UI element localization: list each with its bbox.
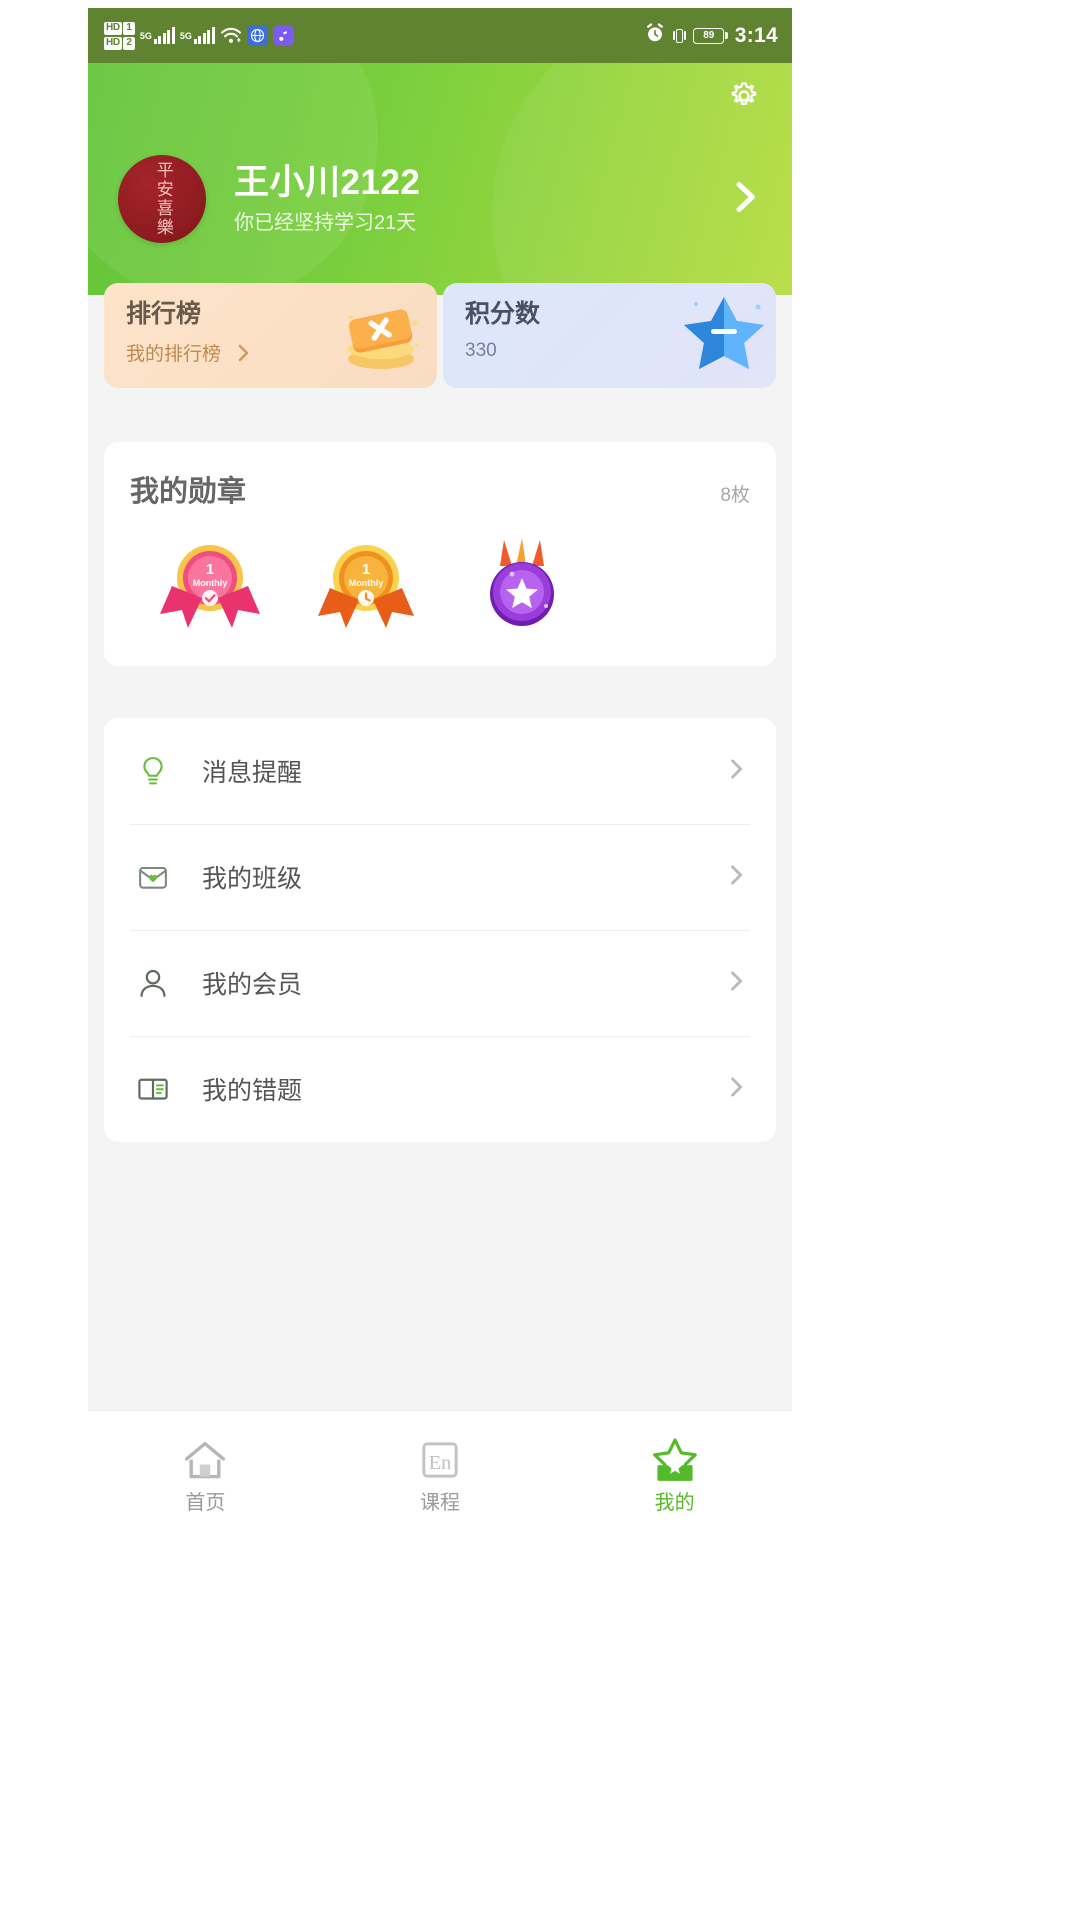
volte-sim-number-1: 1 [123, 21, 135, 35]
home-icon [179, 1436, 231, 1484]
star-badge-icon [674, 291, 774, 373]
medal-monthly-orange[interactable]: 1 Monthly [310, 536, 422, 636]
menu-item-messages[interactable]: 消息提醒 [130, 718, 750, 824]
volte-indicators: HD 1 HD 2 [104, 21, 135, 50]
music-note-icon [272, 25, 294, 46]
globe-browser-icon [246, 25, 268, 46]
menu-item-label: 我的会员 [202, 971, 303, 999]
stacked-cards-icon [331, 297, 431, 377]
gear-icon[interactable] [728, 80, 760, 112]
wifi-icon [220, 27, 242, 45]
status-bar-clock: 3:14 [734, 23, 778, 47]
stat-cards: 排行榜 我的排行榜 积分数 330 [88, 283, 792, 388]
menu-item-wrong-questions[interactable]: 我的错题 [130, 1036, 750, 1142]
vibrate-icon [673, 28, 687, 43]
profile-row[interactable]: 平安喜樂 王小川2122 你已经坚持学习21天 [88, 155, 792, 243]
signal-indicator-1: 5G [140, 27, 175, 44]
tab-courses[interactable]: En 课程 [323, 1436, 558, 1513]
svg-text:1: 1 [362, 561, 370, 578]
alarm-clock-icon [644, 22, 666, 49]
menu-card: 消息提醒 我的班级 我的会员 我的错题 [104, 718, 776, 1142]
signal-bars-icon-2 [193, 27, 215, 44]
avatar-calligraphy-text: 平安喜樂 [152, 161, 173, 237]
leaderboard-card[interactable]: 排行榜 我的排行榜 [104, 283, 437, 388]
menu-item-label: 消息提醒 [202, 759, 303, 787]
volte-hd-label-2: HD [104, 36, 122, 50]
open-book-icon [130, 1066, 176, 1112]
streak-text: 你已经坚持学习21天 [234, 212, 417, 235]
tab-mine[interactable]: 我的 [557, 1436, 792, 1513]
tab-label: 首页 [185, 1492, 226, 1514]
chevron-right-icon[interactable] [722, 1073, 750, 1106]
battery-cap [725, 32, 728, 39]
svg-text:Monthly: Monthly [193, 578, 228, 588]
points-card[interactable]: 积分数 330 [443, 283, 776, 388]
person-icon [130, 960, 176, 1006]
phone-viewport: HD 1 HD 2 5G 5G 89 3:14 平安喜樂 王小川2122 你已经… [88, 8, 792, 1538]
english-course-icon: En [414, 1436, 466, 1484]
profile-header: 平安喜樂 王小川2122 你已经坚持学习21天 [88, 63, 792, 295]
leaderboard-card-subtitle: 我的排行榜 [126, 344, 222, 365]
profile-info: 王小川2122 你已经坚持学习21天 [234, 163, 714, 235]
signal-bars-icon-1 [153, 27, 175, 44]
network-type-label-2: 5G [179, 31, 192, 41]
bottom-tab-bar: 首页 En 课程 我的 [88, 1410, 792, 1538]
medals-card-header: 我的勋章 8枚 [130, 468, 750, 510]
status-bar-left: HD 1 HD 2 5G 5G [104, 21, 294, 50]
tab-label: 课程 [420, 1492, 460, 1514]
network-type-label-1: 5G [139, 31, 152, 41]
volte-sim1: HD 1 [104, 21, 135, 35]
medals-count: 8枚 [720, 485, 750, 506]
menu-item-label: 我的班级 [202, 865, 303, 893]
signal-indicator-2: 5G [180, 27, 215, 44]
svg-text:En: En [429, 1452, 452, 1474]
content-sheet: 我的勋章 8枚 1 Monthly 1 Monthly 消息提醒 我的班级 我的… [88, 407, 792, 1538]
volte-sim2: HD 2 [104, 36, 135, 50]
menu-item-label: 我的错题 [202, 1077, 303, 1105]
chevron-right-icon[interactable] [231, 341, 255, 371]
avatar[interactable]: 平安喜樂 [118, 155, 206, 243]
chevron-right-icon[interactable] [722, 755, 750, 788]
medal-star-purple[interactable] [466, 536, 578, 636]
battery-percent-label: 89 [703, 29, 715, 41]
chevron-right-icon[interactable] [722, 967, 750, 1000]
menu-item-membership[interactable]: 我的会员 [130, 930, 750, 1036]
svg-text:1: 1 [206, 561, 214, 578]
volte-sim-number-2: 2 [123, 36, 135, 50]
volte-hd-label-1: HD [104, 21, 122, 35]
star-bookmark-icon [649, 1436, 701, 1484]
points-card-value: 330 [465, 339, 497, 361]
medals-title: 我的勋章 [130, 476, 247, 508]
medal-monthly-pink[interactable]: 1 Monthly [154, 536, 266, 636]
lightbulb-icon [130, 748, 176, 794]
menu-item-class[interactable]: 我的班级 [130, 824, 750, 930]
chevron-right-icon[interactable] [724, 177, 764, 222]
status-bar: HD 1 HD 2 5G 5G 89 3:14 [88, 8, 792, 63]
medals-card: 我的勋章 8枚 1 Monthly 1 Monthly [104, 442, 776, 666]
tab-label: 我的 [654, 1492, 695, 1514]
tab-home[interactable]: 首页 [88, 1436, 323, 1513]
chevron-right-icon[interactable] [722, 861, 750, 894]
medals-row: 1 Monthly 1 Monthly [130, 536, 750, 636]
envelope-heart-icon [130, 854, 176, 900]
username: 王小川2122 [234, 162, 421, 202]
status-bar-right: 89 3:14 [644, 22, 778, 49]
screenshot-root: HD 1 HD 2 5G 5G 89 3:14 平安喜樂 王小川2122 你已经… [0, 0, 1080, 1920]
battery-indicator: 89 [693, 27, 728, 44]
svg-text:Monthly: Monthly [349, 578, 384, 588]
